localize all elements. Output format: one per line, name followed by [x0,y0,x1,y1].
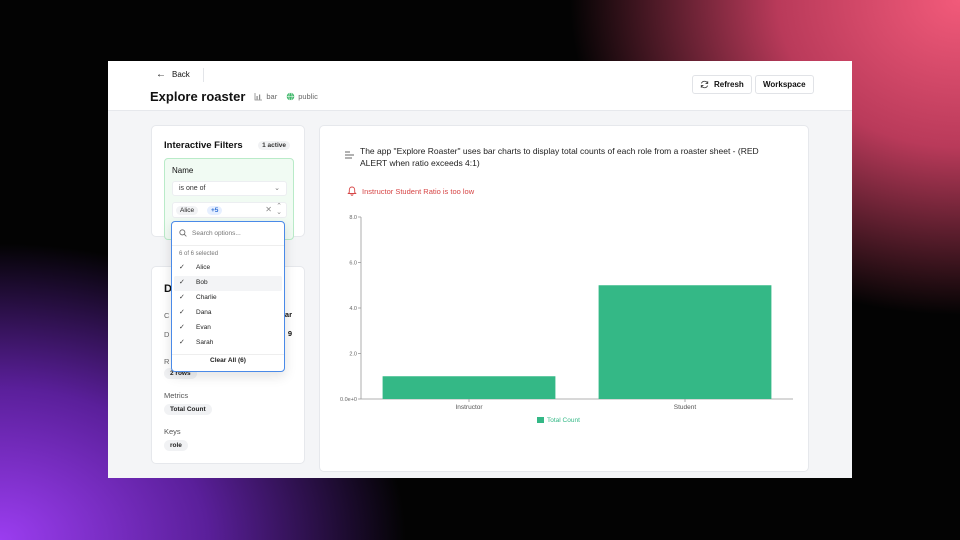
top-bar: ← Back Explore roaster bar public Refres… [108,61,852,111]
detail-value-1: ar [284,310,292,319]
option-item[interactable]: ✓ Dana [174,306,282,321]
active-count-badge: 1 active [258,141,290,150]
selected-value-chip: Alice [176,206,199,215]
check-icon: ✓ [179,339,185,346]
operator-select[interactable]: is one of ⌄ [172,181,287,196]
bar-chart-icon [254,93,263,101]
refresh-icon [700,80,709,89]
bar[interactable] [382,376,556,399]
keys-pill: role [164,440,188,451]
globe-icon [286,92,295,101]
keys-label: Keys [164,427,181,436]
chart-card: The app "Explore Roaster" uses bar chart… [319,125,809,472]
legend-label[interactable]: Total Count [547,417,580,424]
chart-type-label: bar [266,92,278,101]
detail-label-3: R [164,357,170,366]
detail-label-1: C [164,311,170,320]
y-tick-label: 2.0 [349,352,357,358]
option-item[interactable]: ✓ Evan [174,321,282,336]
option-label: Bob [196,279,208,286]
clear-all-button[interactable]: Clear All (6) [172,357,284,364]
option-item[interactable]: ✓ Bob [174,276,282,291]
y-tick-label: 8.0 [349,215,357,221]
check-icon: ✓ [179,279,185,286]
x-tick-label: Instructor [455,404,483,411]
chevron-down-icon: ⌄ [274,185,280,192]
divider [203,68,204,82]
option-label: Alice [196,264,211,271]
detail-value-2: 9 [287,329,292,338]
app-window: ← Back Explore roaster bar public Refres… [108,61,852,478]
option-item[interactable]: ✓ Charlie [174,291,282,306]
more-values-chip[interactable]: +5 [207,206,223,215]
bar[interactable] [598,285,772,399]
metrics-pill: Total Count [164,404,212,415]
back-label: Back [172,70,190,79]
check-icon: ✓ [179,264,185,271]
dropdown-search [172,222,284,246]
check-icon: ✓ [179,324,185,331]
refresh-button[interactable]: Refresh [692,75,752,94]
arrow-left-icon: ← [156,69,166,80]
y-tick-label: 4.0 [349,306,357,312]
option-item[interactable]: ✓ Alice [174,261,282,276]
page-title: Explore roaster [150,89,246,104]
check-icon: ✓ [179,309,185,316]
bar-chart: 0.0e+0 2.0 4.0 6.0 8.0 Instructor Student Total… [340,215,793,424]
clear-icon[interactable]: ✕ [265,205,272,214]
option-item[interactable]: ✓ Sarah [174,336,282,351]
option-label: Sarah [196,339,214,346]
options-dropdown: 6 of 6 selected ✓ Alice ✓ Bob ✓ Charlie … [171,221,285,372]
back-button[interactable]: ← Back [156,69,190,80]
visibility-badge: public [286,92,318,101]
option-label: Dana [196,309,212,316]
metrics-label: Metrics [164,391,189,400]
operator-value: is one of [179,185,206,192]
visibility-label: public [298,92,318,101]
y-tick-label: 6.0 [349,261,357,267]
selected-count: 6 of 6 selected [179,251,219,257]
x-tick-label: Student [674,404,697,411]
detail-label-2: D [164,330,170,339]
workspace-button[interactable]: Workspace [755,75,814,94]
divider [172,354,284,355]
workspace-label: Workspace [763,80,806,89]
title-row: Explore roaster bar public [150,89,318,104]
chevron-updown-icon: ⌃ ⌄ [276,203,282,216]
search-input[interactable] [192,228,278,239]
search-icon [179,229,187,237]
option-label: Evan [196,324,211,331]
option-label: Charlie [196,294,217,301]
values-multiselect[interactable]: Alice +5 ✕ ⌃ ⌄ [172,202,287,218]
filters-title: Interactive Filters [164,140,243,151]
check-icon: ✓ [179,294,185,301]
chart-type-badge: bar [254,92,277,101]
y-tick-label: 0.0e+0 [340,397,357,403]
refresh-label: Refresh [714,80,744,89]
legend-swatch [537,417,544,423]
filter-field-label: Name [172,166,194,175]
